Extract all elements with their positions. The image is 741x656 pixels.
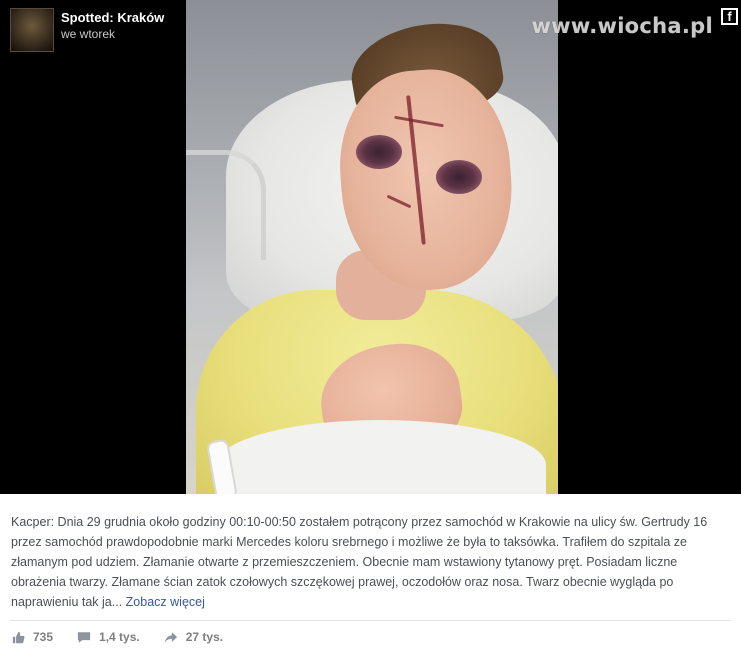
likes-count: 735 bbox=[33, 630, 54, 644]
share-arrow-icon bbox=[164, 631, 177, 643]
likes-stat[interactable]: 735 bbox=[12, 630, 53, 644]
watermark: www.wiocha.pl bbox=[531, 14, 713, 38]
divider bbox=[10, 620, 731, 621]
engagement-bar: 735 1,4 tys. 27 tys. bbox=[12, 630, 247, 644]
post-timestamp[interactable]: we wtorek bbox=[61, 26, 164, 42]
comments-count: 1,4 tys. bbox=[99, 630, 140, 644]
facebook-icon: f bbox=[721, 8, 738, 25]
thumbs-up-icon bbox=[12, 631, 25, 643]
photo-bruised-eye-left bbox=[356, 135, 402, 169]
see-more-link[interactable]: Zobacz więcej bbox=[126, 595, 205, 609]
post-photo[interactable] bbox=[186, 0, 558, 494]
post-caption: Kacper: Dnia 29 grudnia około godziny 00… bbox=[11, 512, 729, 612]
page-name[interactable]: Spotted: Kraków bbox=[61, 10, 164, 26]
photo-bed-rail bbox=[186, 150, 266, 260]
post-text: Kacper: Dnia 29 grudnia około godziny 00… bbox=[11, 515, 708, 609]
speech-bubble-icon bbox=[77, 631, 91, 643]
photo-bruised-eye-right bbox=[436, 160, 482, 194]
comments-stat[interactable]: 1,4 tys. bbox=[77, 630, 140, 644]
shares-count: 27 tys. bbox=[185, 630, 224, 644]
page-avatar[interactable] bbox=[10, 8, 54, 52]
header-text: Spotted: Kraków we wtorek bbox=[61, 8, 164, 42]
post-media[interactable]: Spotted: Kraków we wtorek www.wiocha.pl … bbox=[0, 0, 741, 494]
post-header: Spotted: Kraków we wtorek bbox=[10, 8, 164, 52]
shares-stat[interactable]: 27 tys. bbox=[164, 630, 223, 644]
